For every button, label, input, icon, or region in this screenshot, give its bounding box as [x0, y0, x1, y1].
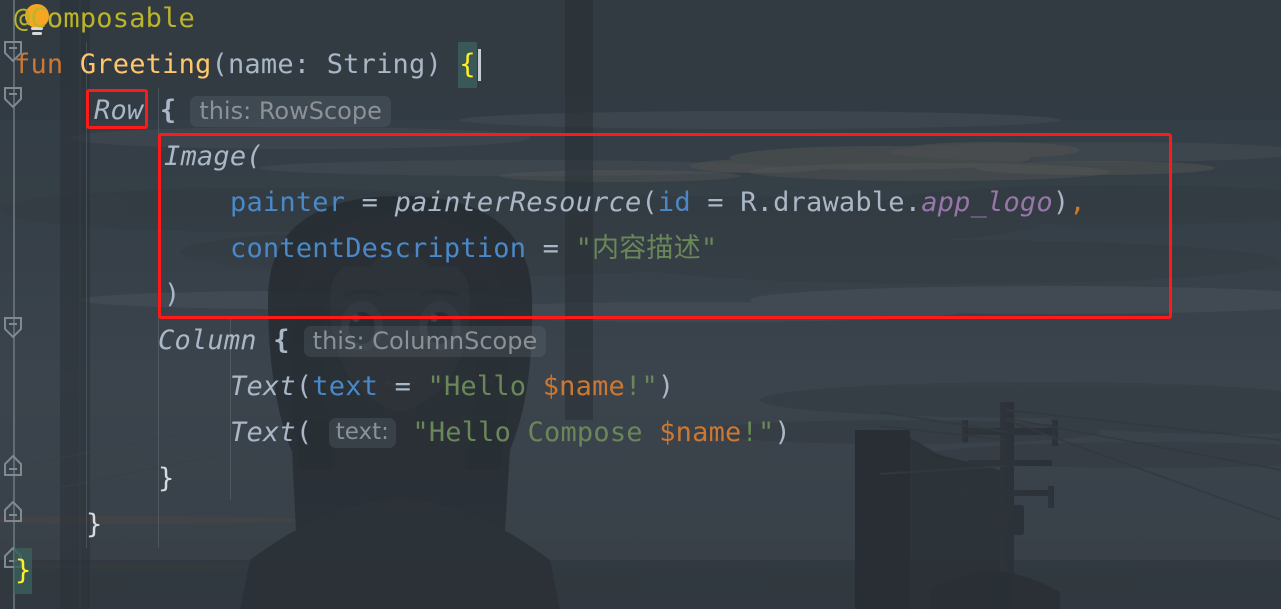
- paren-close: ): [1052, 187, 1070, 218]
- code-line-3[interactable]: Row { this: RowScope: [0, 88, 1281, 134]
- brace-open-row: {: [159, 95, 177, 126]
- resource-name: app_logo: [921, 187, 1053, 218]
- code-line-2[interactable]: fun Greeting ( name : String ) {: [0, 42, 1281, 88]
- code-line-9[interactable]: Text ( text = "Hello $name !" ): [0, 364, 1281, 410]
- code-line-12[interactable]: }: [0, 502, 1281, 548]
- string-literal-end: !": [741, 417, 775, 448]
- named-arg-id: id: [657, 187, 691, 218]
- resource-ref: R.drawable.: [740, 187, 922, 218]
- brace-close-highlighted: }: [14, 548, 33, 594]
- assign-operator: =: [378, 371, 428, 402]
- param-type: String: [326, 49, 426, 80]
- string-literal-cn: "内容描述": [575, 233, 718, 264]
- code-editor-screenshot: @Composable fun Greeting ( name : String…: [0, 0, 1281, 609]
- string-literal-start: "Hello Compose: [395, 417, 660, 448]
- composable-text: Text: [230, 417, 296, 448]
- inlay-hint-row-scope[interactable]: this: RowScope: [190, 95, 391, 127]
- text-caret: [477, 49, 481, 81]
- code-line-7[interactable]: ): [0, 272, 1281, 318]
- code-line-1[interactable]: @Composable: [0, 0, 1281, 42]
- named-arg-text: text: [312, 371, 379, 402]
- paren-close: ): [657, 371, 675, 402]
- inlay-hint-column-scope[interactable]: this: ColumnScope: [303, 325, 547, 357]
- composable-text: Text: [230, 371, 296, 402]
- code-line-13[interactable]: }: [0, 548, 1281, 594]
- paren-open: (: [295, 371, 313, 402]
- keyword-fun: fun: [14, 49, 64, 80]
- code-line-5[interactable]: painter = painterResource ( id = R.drawa…: [0, 180, 1281, 226]
- paren-close-image: ): [164, 279, 181, 310]
- call-painter-resource: painterResource: [394, 187, 642, 218]
- param-name: name: [227, 49, 294, 80]
- composable-image: Image(: [164, 141, 263, 172]
- param-colon: :: [293, 49, 327, 80]
- assign-operator: =: [345, 187, 395, 218]
- comma: ,: [1069, 187, 1086, 218]
- paren-open: (: [641, 187, 658, 218]
- code-line-10[interactable]: Text ( text: "Hello Compose $name !" ): [0, 410, 1281, 456]
- brace-open-highlighted: {: [458, 42, 477, 88]
- code-line-4[interactable]: Image(: [0, 134, 1281, 180]
- brace-open-column: {: [273, 325, 290, 356]
- string-template-name: $name: [542, 371, 625, 402]
- string-literal-start: "Hello: [427, 371, 543, 402]
- composable-row: Row: [94, 95, 144, 126]
- paren-open: (: [295, 417, 329, 448]
- paren-open: (: [211, 49, 228, 80]
- string-literal-end: !": [624, 371, 658, 402]
- code-line-8[interactable]: Column { this: ColumnScope: [0, 318, 1281, 364]
- inlay-hint-param-text[interactable]: text:: [328, 418, 396, 448]
- named-arg-painter: painter: [230, 187, 346, 218]
- assign-operator: =: [526, 233, 576, 264]
- named-arg-content-description: contentDescription: [230, 233, 527, 264]
- code-area[interactable]: @Composable fun Greeting ( name : String…: [0, 0, 1281, 609]
- paren-close: ): [774, 417, 791, 448]
- code-line-11[interactable]: }: [0, 456, 1281, 502]
- annotation-composable: @Composable: [14, 3, 196, 34]
- assign-operator: =: [690, 187, 741, 218]
- string-template-name: $name: [659, 417, 742, 448]
- code-line-6[interactable]: contentDescription = "内容描述": [0, 226, 1281, 272]
- composable-column: Column: [158, 325, 257, 356]
- brace-close-row: }: [86, 509, 103, 540]
- paren-close: ): [425, 49, 442, 80]
- function-name: Greeting: [63, 49, 212, 80]
- brace-close-column: }: [158, 463, 175, 494]
